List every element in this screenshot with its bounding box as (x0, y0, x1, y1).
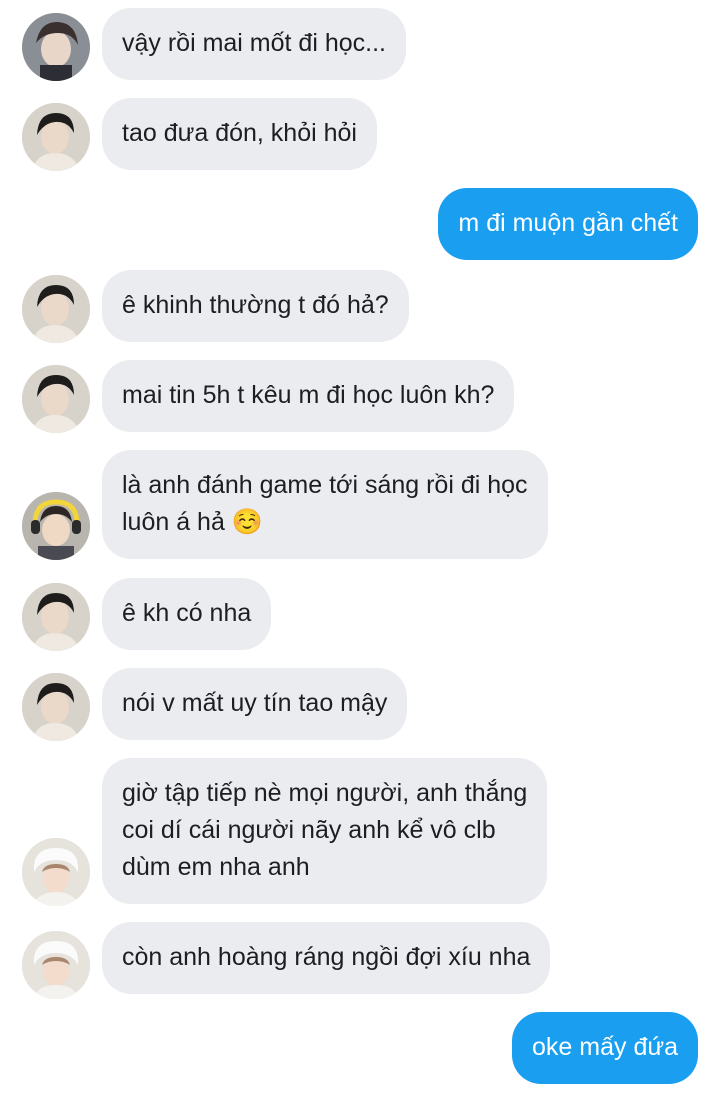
avatar-person-2-icon (22, 365, 90, 433)
avatar[interactable] (22, 492, 90, 560)
avatar[interactable] (22, 838, 90, 906)
message-row-incoming: tao đưa đón, khỏi hỏi (0, 98, 720, 173)
message-bubble[interactable]: giờ tập tiếp nè mọi người, anh thắng coi… (102, 758, 548, 904)
message-bubble[interactable]: vậy rồi mai mốt đi học... (102, 8, 406, 80)
message-row-outgoing: m đi muộn gần chết (0, 188, 720, 263)
message-bubble[interactable]: m đi muộn gần chết (438, 188, 698, 260)
avatar-person-4-icon (22, 838, 90, 906)
avatar[interactable] (22, 275, 90, 343)
message-bubble[interactable]: còn anh hoàng ráng ngồi đợi xíu nha (102, 922, 551, 994)
avatar[interactable] (22, 13, 90, 81)
avatar-person-2-icon (22, 673, 90, 741)
message-row-outgoing: oke mấy đứa (0, 1012, 720, 1087)
message-row-incoming: ê kh có nha (0, 578, 720, 653)
avatar-person-3-icon (22, 492, 90, 560)
avatar[interactable] (22, 583, 90, 651)
avatar-person-2-icon (22, 583, 90, 651)
avatar[interactable] (22, 365, 90, 433)
message-bubble[interactable]: là anh đánh game tới sáng rồi đi học luô… (102, 450, 548, 559)
avatar[interactable] (22, 673, 90, 741)
message-bubble[interactable]: tao đưa đón, khỏi hỏi (102, 98, 377, 170)
message-row-incoming: nói v mất uy tín tao mậy (0, 668, 720, 743)
message-row-incoming: giờ tập tiếp nè mọi người, anh thắng coi… (0, 758, 720, 907)
message-row-incoming: còn anh hoàng ráng ngồi đợi xíu nha (0, 922, 720, 999)
avatar-person-4-icon (22, 931, 90, 999)
message-row-incoming: là anh đánh game tới sáng rồi đi học luô… (0, 450, 720, 562)
message-bubble[interactable]: mai tin 5h t kêu m đi học luôn kh? (102, 360, 515, 432)
avatar[interactable] (22, 931, 90, 999)
message-bubble[interactable]: nói v mất uy tín tao mậy (102, 668, 408, 740)
message-row-incoming: vậy rồi mai mốt đi học... (0, 8, 720, 83)
message-bubble[interactable]: ê khinh thường t đó hả? (102, 270, 409, 342)
avatar-person-1-icon (22, 13, 90, 81)
avatar[interactable] (22, 103, 90, 171)
message-bubble[interactable]: oke mấy đứa (512, 1012, 698, 1084)
message-row-incoming: mai tin 5h t kêu m đi học luôn kh? (0, 360, 720, 435)
avatar-person-2-icon (22, 275, 90, 343)
message-row-incoming: ê khinh thường t đó hả? (0, 270, 720, 345)
message-bubble[interactable]: ê kh có nha (102, 578, 272, 650)
avatar-person-2-icon (22, 103, 90, 171)
